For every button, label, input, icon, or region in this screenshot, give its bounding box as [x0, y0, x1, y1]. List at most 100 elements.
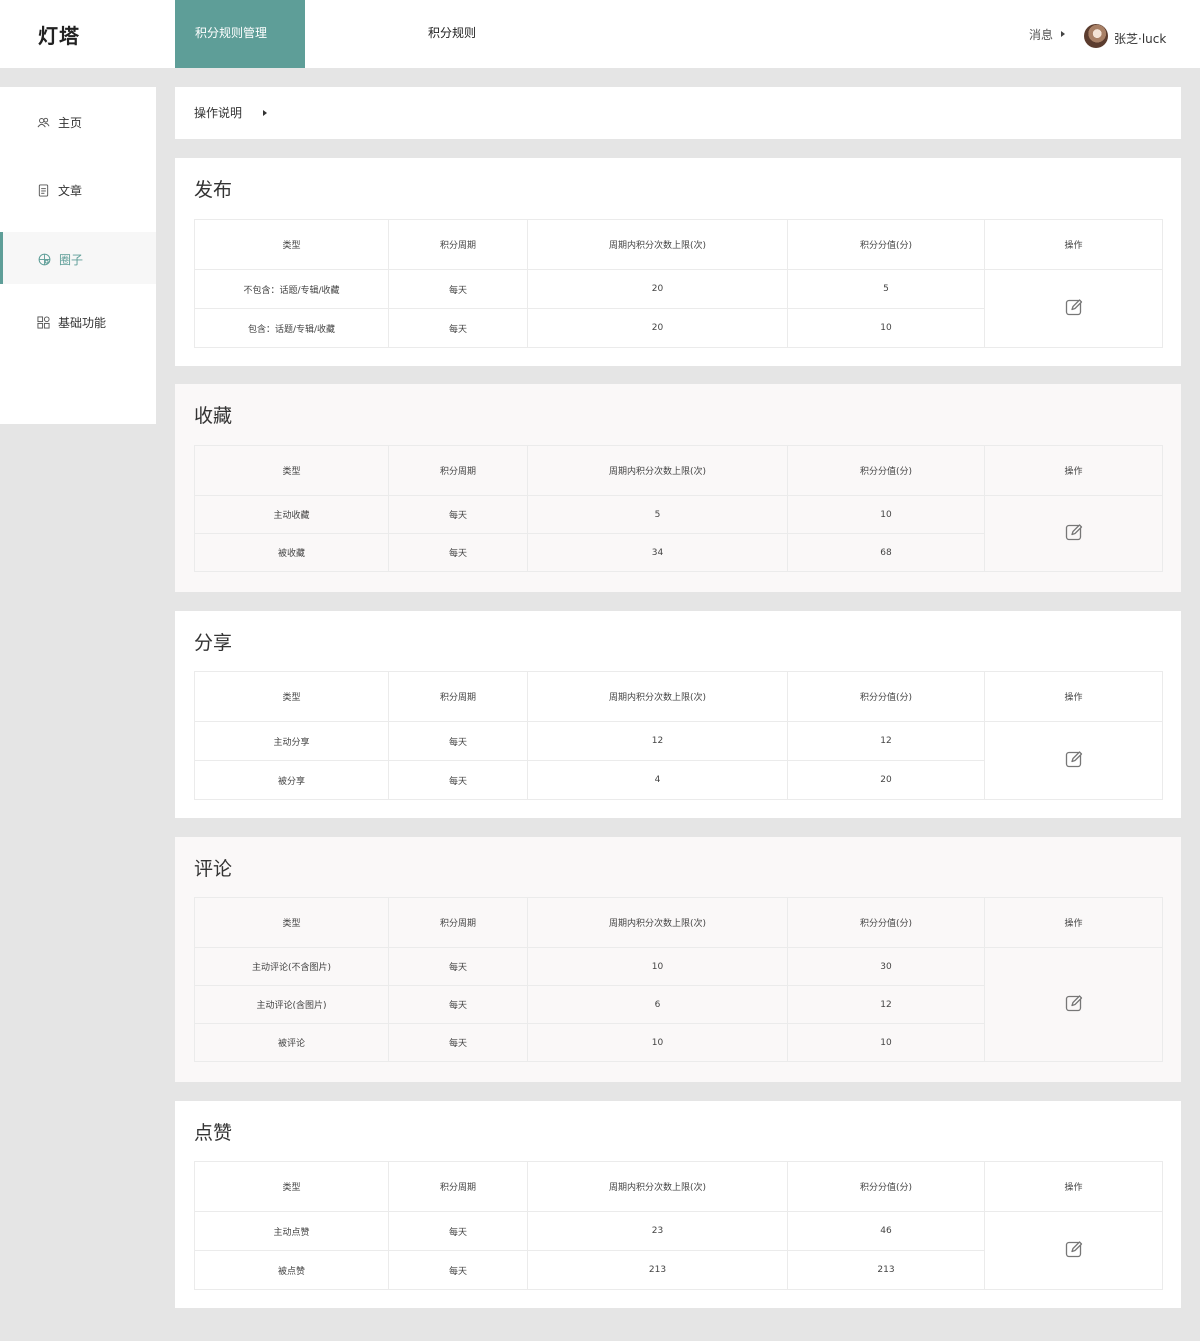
column-header-actions: 操作 — [984, 219, 1163, 270]
sidebar-item-basic-functions[interactable]: 基础功能 — [0, 295, 156, 347]
column-header-actions: 操作 — [984, 671, 1163, 722]
column-header-period: 积分周期 — [388, 445, 528, 496]
column-header-actions: 操作 — [984, 897, 1163, 948]
edit-icon[interactable] — [1064, 993, 1084, 1016]
column-header-points: 积分分值(分) — [787, 1161, 985, 1212]
cell-type: 主动评论(不含图片) — [194, 947, 389, 986]
app-logo[interactable]: 灯塔 — [38, 20, 80, 49]
column-header-period: 积分周期 — [388, 671, 528, 722]
username[interactable]: 张芝·luck — [1114, 30, 1166, 47]
column-header-period: 积分周期 — [388, 897, 528, 948]
sidebar-item-articles[interactable]: 文章 — [0, 163, 156, 215]
cell-points: 68 — [787, 533, 985, 572]
cell-points: 12 — [787, 721, 985, 761]
section-title: 分享 — [194, 632, 233, 654]
rule-section-0: 发布 类型 积分周期 周期内积分次数上限(次) 积分分值(分) 操作 不包含：话… — [175, 158, 1181, 366]
table-header-row: 类型 积分周期 周期内积分次数上限(次) 积分分值(分) 操作 — [194, 219, 1163, 270]
column-header-limit: 周期内积分次数上限(次) — [527, 1161, 788, 1212]
cell-period: 每天 — [388, 1023, 528, 1062]
edit-icon[interactable] — [1064, 297, 1084, 320]
sidebar-item-circles[interactable]: 圈子 — [0, 232, 156, 284]
table-header-row: 类型 积分周期 周期内积分次数上限(次) 积分分值(分) 操作 — [194, 671, 1163, 722]
cell-points: 30 — [787, 947, 985, 986]
tab-points-rules-management[interactable]: 积分规则管理 — [175, 0, 305, 68]
column-header-type: 类型 — [194, 445, 389, 496]
cell-type: 主动收藏 — [194, 495, 389, 534]
cell-period: 每天 — [388, 721, 528, 761]
column-header-type: 类型 — [194, 219, 389, 270]
cell-type: 主动点赞 — [194, 1211, 389, 1251]
cell-limit: 4 — [527, 760, 788, 800]
cell-period: 每天 — [388, 1250, 528, 1290]
cell-limit: 213 — [527, 1250, 788, 1290]
users-icon — [37, 117, 50, 128]
cell-points: 20 — [787, 760, 985, 800]
avatar[interactable] — [1084, 24, 1108, 48]
column-header-type: 类型 — [194, 671, 389, 722]
edit-icon[interactable] — [1064, 1239, 1084, 1262]
sidebar-item-label: 文章 — [58, 184, 83, 198]
sidebar-item-label: 基础功能 — [58, 316, 107, 330]
rule-section-1: 收藏 类型 积分周期 周期内积分次数上限(次) 积分分值(分) 操作 主动收藏每… — [175, 384, 1181, 592]
rule-section-3: 评论 类型 积分周期 周期内积分次数上限(次) 积分分值(分) 操作 主动评论(… — [175, 837, 1181, 1082]
table-header-row: 类型 积分周期 周期内积分次数上限(次) 积分分值(分) 操作 — [194, 897, 1163, 948]
cell-limit: 12 — [527, 721, 788, 761]
document-icon — [38, 184, 49, 197]
circle-icon — [38, 253, 51, 266]
sidebar-item-home[interactable]: 主页 — [0, 95, 156, 147]
rule-section-4: 点赞 类型 积分周期 周期内积分次数上限(次) 积分分值(分) 操作 主动点赞每… — [175, 1101, 1181, 1308]
tab-points-rules[interactable]: 积分规则 — [428, 0, 476, 68]
cell-type: 被点赞 — [194, 1250, 389, 1290]
rules-table: 类型 积分周期 周期内积分次数上限(次) 积分分值(分) 操作 主动评论(不含图… — [194, 897, 1163, 1062]
cell-type: 包含：话题/专辑/收藏 — [194, 308, 389, 348]
cell-period: 每天 — [388, 947, 528, 986]
rules-table: 类型 积分周期 周期内积分次数上限(次) 积分分值(分) 操作 不包含：话题/专… — [194, 219, 1163, 348]
column-header-actions: 操作 — [984, 445, 1163, 496]
cell-points: 10 — [787, 1023, 985, 1062]
cell-type: 被评论 — [194, 1023, 389, 1062]
rules-table: 类型 积分周期 周期内积分次数上限(次) 积分分值(分) 操作 主动分享 每天 12… — [194, 671, 1163, 800]
cell-actions — [984, 721, 1163, 800]
table-row: 不包含：话题/专辑/收藏 每天 20 5 — [194, 269, 1163, 348]
rules-table: 类型 积分周期 周期内积分次数上限(次) 积分分值(分) 操作 主动收藏 每天 5 1… — [194, 445, 1163, 572]
cell-type: 被分享 — [194, 760, 389, 800]
edit-icon[interactable] — [1064, 522, 1084, 545]
column-header-actions: 操作 — [984, 1161, 1163, 1212]
cell-type: 主动分享 — [194, 721, 389, 761]
rules-table: 类型 积分周期 周期内积分次数上限(次) 积分分值(分) 操作 主动点赞 每天 23… — [194, 1161, 1163, 1290]
sidebar: 主页 文章 圈子 基础功能 — [0, 87, 156, 424]
cell-actions — [984, 1211, 1163, 1290]
column-header-period: 积分周期 — [388, 219, 528, 270]
column-header-points: 积分分值(分) — [787, 445, 985, 496]
top-header: 灯塔 积分规则管理 积分规则 消息 张芝·luck — [0, 0, 1200, 68]
cell-period: 每天 — [388, 985, 528, 1024]
table-header-row: 类型 积分周期 周期内积分次数上限(次) 积分分值(分) 操作 — [194, 445, 1163, 496]
section-title: 点赞 — [194, 1122, 233, 1144]
cell-points: 12 — [787, 985, 985, 1024]
messages-link[interactable]: 消息 — [1029, 26, 1053, 43]
cell-limit: 10 — [527, 1023, 788, 1062]
instructions-link[interactable]: 操作说明 — [194, 104, 242, 121]
column-header-type: 类型 — [194, 897, 389, 948]
cell-points: 5 — [787, 269, 985, 309]
cell-type: 不包含：话题/专辑/收藏 — [194, 269, 389, 309]
cell-limit: 10 — [527, 947, 788, 986]
table-row: 主动分享 每天 12 12 — [194, 721, 1163, 800]
sidebar-item-label: 主页 — [58, 116, 83, 130]
cell-limit: 20 — [527, 308, 788, 348]
cell-limit: 5 — [527, 495, 788, 534]
cell-actions — [984, 495, 1163, 572]
caret-right-icon — [1061, 31, 1065, 37]
column-header-points: 积分分值(分) — [787, 897, 985, 948]
column-header-limit: 周期内积分次数上限(次) — [527, 219, 788, 270]
cell-actions — [984, 269, 1163, 348]
edit-icon[interactable] — [1064, 749, 1084, 772]
cell-period: 每天 — [388, 760, 528, 800]
table-header-row: 类型 积分周期 周期内积分次数上限(次) 积分分值(分) 操作 — [194, 1161, 1163, 1212]
column-header-points: 积分分值(分) — [787, 219, 985, 270]
column-header-limit: 周期内积分次数上限(次) — [527, 671, 788, 722]
cell-limit: 20 — [527, 269, 788, 309]
cell-period: 每天 — [388, 308, 528, 348]
table-row: 主动收藏 每天 5 10 — [194, 495, 1163, 572]
caret-right-icon — [263, 110, 267, 116]
